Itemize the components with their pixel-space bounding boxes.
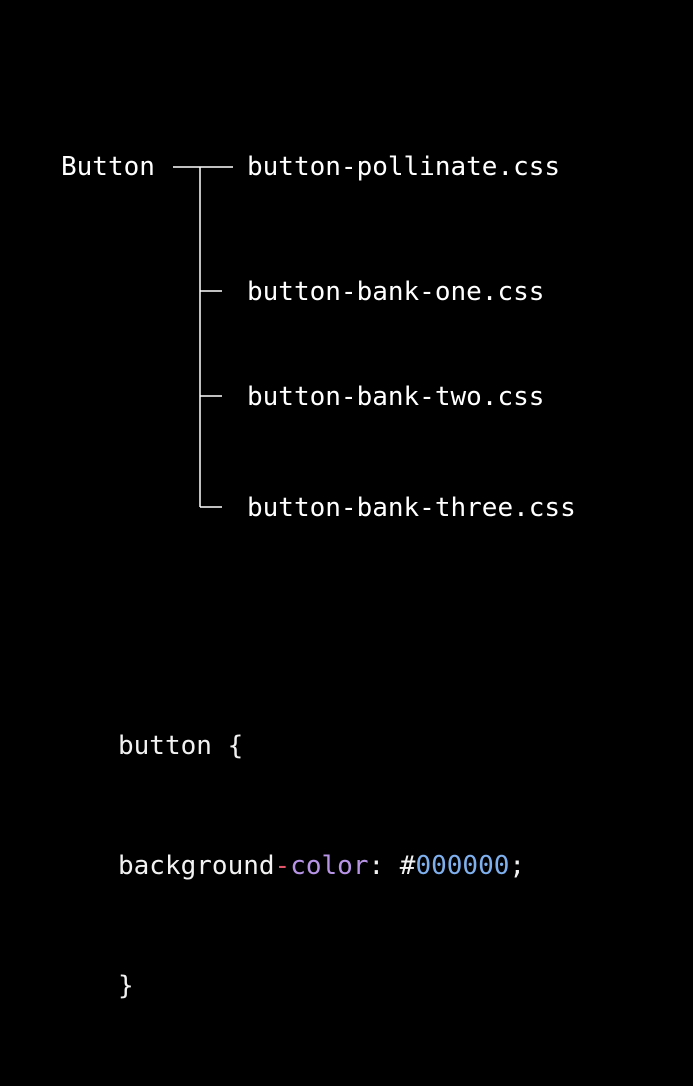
code-colon: : #: [368, 851, 416, 881]
file-item: button-bank-three.css: [247, 493, 576, 523]
code-property-start: background: [118, 851, 275, 881]
code-snippet: button { background-color: #000000; }: [118, 646, 525, 1086]
code-property-dash: -: [274, 851, 291, 881]
file-item: button-bank-one.css: [247, 277, 545, 307]
code-semicolon: ;: [509, 851, 526, 881]
code-line-selector: button {: [118, 731, 244, 761]
tree-root-label: Button: [61, 152, 155, 182]
code-property-end: color: [290, 851, 369, 881]
diagram-canvas: Button button-pollinate.css button-bank-…: [0, 0, 693, 1001]
file-item: button-bank-two.css: [247, 382, 545, 412]
code-line-closing-brace: }: [118, 971, 134, 1001]
code-line-declaration: background-color: #000000;: [118, 846, 525, 886]
code-hex-value: 000000: [415, 851, 510, 881]
file-item: button-pollinate.css: [247, 152, 561, 182]
